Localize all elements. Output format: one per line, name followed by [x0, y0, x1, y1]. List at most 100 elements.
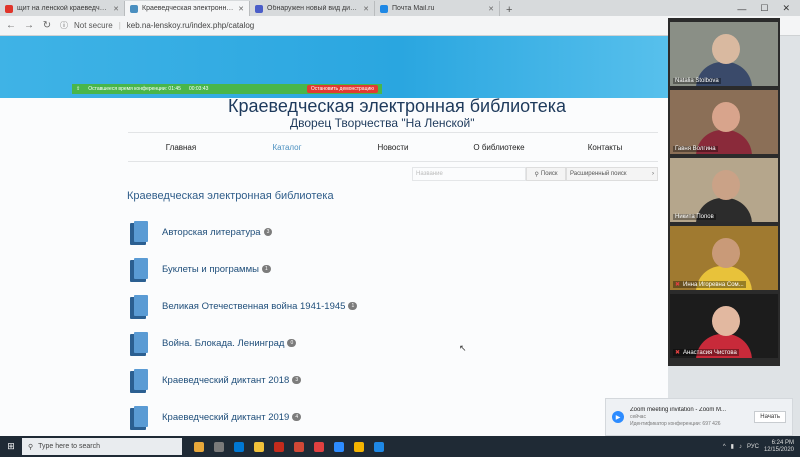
zoom-icon: ▶ — [612, 411, 624, 423]
windows-start-icon[interactable]: ⊞ — [0, 436, 22, 457]
book-icon — [130, 368, 150, 393]
taskbar-app-icon[interactable] — [234, 441, 244, 452]
close-tab-icon[interactable]: ✕ — [363, 5, 369, 13]
toast-start-button[interactable]: Начать — [754, 411, 786, 423]
taskbar-search-placeholder: Type here to search — [38, 443, 101, 450]
taskbar-app-icon[interactable] — [334, 441, 344, 452]
language-indicator[interactable]: РУС — [747, 444, 759, 450]
participant-video-tile[interactable]: ✖ Анастасия Чистова — [670, 294, 778, 358]
close-tab-icon[interactable]: ✕ — [488, 5, 494, 13]
nav-home[interactable]: Главная — [128, 143, 234, 152]
catalog-item-label[interactable]: Война. Блокада. Ленинград 0 — [162, 338, 297, 349]
taskbar-app-icon[interactable] — [274, 441, 284, 452]
tab-title: Краеведческая электронная б — [142, 5, 235, 12]
participant-avatar — [712, 102, 740, 132]
close-window-icon[interactable]: ✕ — [782, 3, 790, 14]
search-icon: ⚲ — [534, 171, 539, 178]
nav-contacts[interactable]: Контакты — [552, 143, 658, 152]
item-count-badge: 3 — [263, 228, 273, 237]
back-icon[interactable]: ← — [6, 20, 16, 31]
browser-tab[interactable]: Краеведческая электронная б ✕ — [125, 1, 250, 16]
taskbar-app-icon[interactable] — [354, 441, 364, 452]
participant-video-tile[interactable]: ✖ Инна Игоревна Сом... — [670, 226, 778, 290]
participant-avatar — [712, 306, 740, 336]
participant-name: Natalia Stolbova — [675, 78, 719, 84]
participant-name: Никита Попов — [675, 214, 714, 220]
taskbar-app-icon[interactable] — [294, 441, 304, 452]
participant-video-tile[interactable]: Никита Попов — [670, 158, 778, 222]
catalog-item-label[interactable]: Авторская литература 3 — [162, 227, 273, 238]
minimize-icon[interactable]: — — [737, 4, 746, 14]
volume-icon[interactable]: ♪ — [739, 444, 742, 450]
share-icon: ⇪ — [76, 86, 81, 92]
clock-date: 12/15/2020 — [763, 446, 794, 453]
browser-tab[interactable]: Почта Mail.ru ✕ — [375, 1, 500, 16]
stop-share-button[interactable]: Остановить демонстрацию — [306, 85, 378, 93]
main-nav: Главная Каталог Новости О библиотеке Кон… — [128, 132, 658, 162]
close-tab-icon[interactable]: ✕ — [238, 5, 244, 13]
participant-avatar — [712, 34, 740, 64]
catalog-item-label[interactable]: Великая Отечественная война 1941-1945 1 — [162, 301, 358, 312]
participant-video-tile[interactable]: Natalia Stolbova — [670, 22, 778, 86]
browser-tab[interactable]: щит на ленской краеведческ ✕ — [0, 1, 125, 16]
catalog-item[interactable]: Краеведческий диктант 2018 3 — [130, 362, 430, 399]
taskbar-app-icon[interactable] — [374, 441, 384, 452]
advanced-search-button[interactable]: Расширенный поиск › — [566, 167, 658, 181]
catalog-item[interactable]: Война. Блокада. Ленинград 0 — [130, 325, 430, 362]
web-page: ⇪ Оставшееся время конференции: 01:45 00… — [0, 36, 668, 436]
favicon-icon — [130, 4, 138, 13]
taskbar-app-icon[interactable] — [194, 441, 204, 452]
search-input[interactable]: Название — [412, 167, 526, 181]
catalog-item[interactable]: Великая Отечественная война 1941-1945 1 — [130, 288, 430, 325]
catalog-item-label[interactable]: Краеведческий диктант 2019 4 — [162, 412, 302, 423]
url-field[interactable]: ⓘ Not secure | keb.na-lenskoy.ru/index.p… — [60, 20, 254, 31]
catalog-list: Авторская литература 3 Буклеты и программы… — [130, 214, 430, 436]
close-tab-icon[interactable]: ✕ — [113, 5, 119, 13]
reload-icon[interactable]: ↻ — [42, 20, 52, 31]
nav-news[interactable]: Новости — [340, 143, 446, 152]
windows-taskbar: ⊞ ⚲ Type here to search ^ ▮ ♪ РУС 6:24 P… — [0, 436, 800, 457]
favicon-icon — [255, 4, 263, 13]
search-button-label: Поиск — [540, 171, 558, 177]
new-tab-button[interactable]: + — [500, 4, 518, 16]
taskbar-app-icon[interactable] — [254, 441, 264, 452]
maximize-icon[interactable]: ☐ — [760, 3, 768, 14]
taskbar-search-input[interactable]: ⚲ Type here to search — [22, 438, 182, 455]
system-tray: ^ ▮ ♪ РУС 6:24 PM 12/15/2020 — [723, 440, 800, 453]
participant-video-tile[interactable]: Гавня Волгина — [670, 90, 778, 154]
taskbar-app-icon[interactable] — [314, 441, 324, 452]
url-text: keb.na-lenskoy.ru/index.php/catalog — [126, 21, 255, 30]
catalog-item-label[interactable]: Буклеты и программы 1 — [162, 264, 271, 275]
zoom-invitation-notification: ▶ Zoom meeting invitation - Zoom M... се… — [605, 398, 793, 436]
forward-icon[interactable]: → — [24, 20, 34, 31]
catalog-item[interactable]: Авторская литература 3 — [130, 214, 430, 251]
zoom-share-toolbar: ⇪ Оставшееся время конференции: 01:45 00… — [72, 84, 382, 94]
toast-meeting-id: Идентификатор конференции: 697 426 — [630, 420, 721, 427]
book-icon — [130, 257, 150, 282]
nav-about[interactable]: О библиотеке — [446, 143, 552, 152]
favicon-icon — [5, 4, 13, 13]
catalog-heading: Краеведческая электронная библиотека — [127, 190, 334, 202]
catalog-item[interactable]: Краеведческий диктант 2019 4 — [130, 399, 430, 436]
site-subtitle: Дворец Творчества "На Ленской" — [290, 116, 475, 130]
chevron-right-icon: › — [652, 171, 654, 177]
taskbar-app-icon[interactable] — [214, 441, 224, 452]
catalog-item-label[interactable]: Краеведческий диктант 2018 3 — [162, 375, 302, 386]
muted-mic-icon: ✖ — [675, 350, 681, 356]
network-icon[interactable]: ▮ — [731, 443, 734, 450]
taskbar-apps — [194, 441, 384, 452]
nav-catalog[interactable]: Каталог — [234, 143, 340, 152]
taskbar-clock[interactable]: 6:24 PM 12/15/2020 — [764, 440, 794, 453]
browser-tab[interactable]: Обнаружен новый вид диноза ✕ — [250, 1, 375, 16]
item-count-badge: 0 — [287, 339, 297, 348]
book-icon — [130, 331, 150, 356]
advanced-search-label: Расширенный поиск — [570, 171, 627, 177]
participant-name: Гавня Волгина — [675, 146, 716, 152]
catalog-item[interactable]: Буклеты и программы 1 — [130, 251, 430, 288]
chevron-up-icon[interactable]: ^ — [723, 444, 726, 450]
tab-title: Обнаружен новый вид диноза — [267, 5, 360, 12]
window-controls: — ☐ ✕ — [737, 1, 800, 16]
participant-name: Анастасия Чистова — [683, 349, 737, 356]
search-button[interactable]: ⚲ Поиск — [526, 167, 566, 181]
tab-title: щит на ленской краеведческ — [17, 5, 110, 12]
